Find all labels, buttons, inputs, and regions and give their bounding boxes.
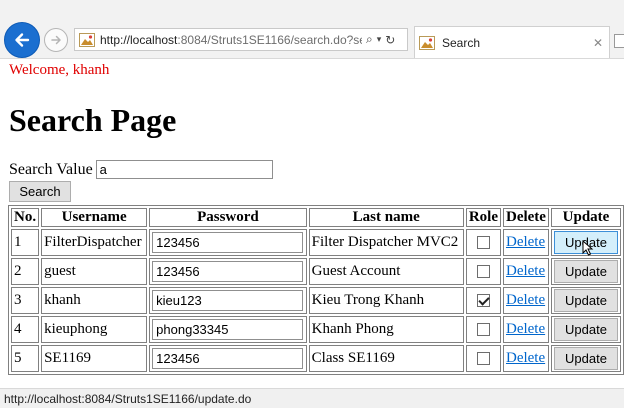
role-checkbox[interactable]: [476, 294, 490, 308]
password-input[interactable]: phong33345: [152, 319, 304, 340]
search-icon[interactable]: ⌕: [366, 32, 373, 47]
cell-username: SE1169: [41, 345, 148, 372]
forward-button[interactable]: [44, 28, 68, 52]
chevron-down-icon[interactable]: ▾: [377, 35, 382, 45]
search-form: Search Value a: [9, 160, 273, 179]
search-button[interactable]: Search: [9, 181, 71, 202]
welcome-message: Welcome, khanh: [9, 62, 110, 78]
back-arrow-icon: [15, 33, 30, 47]
tab-favicon-icon: [419, 35, 435, 50]
header-lastname: Last name: [308, 208, 464, 227]
header-delete: Delete: [502, 208, 549, 227]
header-username: Username: [41, 208, 148, 227]
back-button[interactable]: [4, 22, 40, 58]
page-title: Search Page: [9, 102, 177, 138]
delete-link[interactable]: Delete: [506, 263, 545, 279]
update-button[interactable]: Update: [553, 347, 618, 370]
header-update: Update: [550, 208, 621, 227]
cell-username: FilterDispatcher: [41, 229, 148, 256]
password-input[interactable]: 123456: [152, 261, 304, 282]
update-button[interactable]: Update: [553, 231, 618, 256]
role-checkbox[interactable]: [476, 352, 490, 366]
cell-lastname: Class SE1169: [308, 345, 464, 372]
header-no: No.: [11, 208, 40, 227]
password-input[interactable]: kieu123: [152, 290, 304, 311]
page-favicon-icon: [79, 32, 95, 47]
password-input[interactable]: 123456: [152, 232, 304, 253]
delete-link[interactable]: Delete: [506, 292, 545, 308]
search-label: Search Value: [9, 160, 93, 178]
forward-arrow-icon: [51, 35, 61, 45]
table-row: 2 guest 123456 Guest Account Delete Upda…: [11, 258, 621, 285]
password-input[interactable]: 123456: [152, 348, 304, 369]
cell-lastname: Kieu Trong Khanh: [308, 287, 464, 314]
cell-lastname: Guest Account: [308, 258, 464, 285]
cell-username: guest: [41, 258, 148, 285]
results-table: No. Username Password Last name Role Del…: [8, 205, 624, 375]
cell-username: khanh: [41, 287, 148, 314]
cell-lastname: Filter Dispatcher MVC2: [308, 229, 464, 256]
header-password: Password: [149, 208, 307, 227]
cell-no: 5: [11, 345, 40, 372]
table-row: 5 SE1169 123456 Class SE1169 Delete Upda…: [11, 345, 621, 372]
new-tab-button[interactable]: [614, 34, 624, 48]
cell-lastname: Khanh Phong: [308, 316, 464, 343]
delete-link[interactable]: Delete: [506, 350, 545, 366]
update-button[interactable]: Update: [553, 289, 618, 312]
role-checkbox[interactable]: [476, 265, 490, 279]
delete-link[interactable]: Delete: [506, 321, 545, 337]
tab-search[interactable]: Search ✕: [414, 26, 610, 58]
table-header-row: No. Username Password Last name Role Del…: [11, 208, 621, 227]
address-bar[interactable]: http://localhost:8084/Struts1SE1166/sear…: [74, 28, 408, 51]
table-row: 1 FilterDispatcher 123456 Filter Dispatc…: [11, 229, 621, 256]
cell-no: 3: [11, 287, 40, 314]
role-checkbox[interactable]: [476, 236, 490, 250]
browser-toolbar: http://localhost:8084/Struts1SE1166/sear…: [0, 0, 624, 59]
cell-username: kieuphong: [41, 316, 148, 343]
tab-title: Search: [442, 35, 481, 50]
update-button[interactable]: Update: [553, 260, 618, 283]
close-tab-icon[interactable]: ✕: [593, 36, 603, 50]
header-role: Role: [465, 208, 501, 227]
address-url: http://localhost:8084/Struts1SE1166/sear…: [100, 32, 362, 47]
cell-no: 2: [11, 258, 40, 285]
cell-no: 1: [11, 229, 40, 256]
refresh-icon[interactable]: ↻: [385, 33, 395, 47]
mouse-cursor-icon: [582, 240, 594, 256]
cell-no: 4: [11, 316, 40, 343]
role-checkbox[interactable]: [476, 323, 490, 337]
search-input[interactable]: a: [95, 160, 273, 179]
status-bar: http://localhost:8084/Struts1SE1166/upda…: [0, 388, 624, 408]
table-row: 3 khanh kieu123 Kieu Trong Khanh Delete …: [11, 287, 621, 314]
delete-link[interactable]: Delete: [506, 234, 545, 250]
table-row: 4 kieuphong phong33345 Khanh Phong Delet…: [11, 316, 621, 343]
update-button[interactable]: Update: [553, 318, 618, 341]
